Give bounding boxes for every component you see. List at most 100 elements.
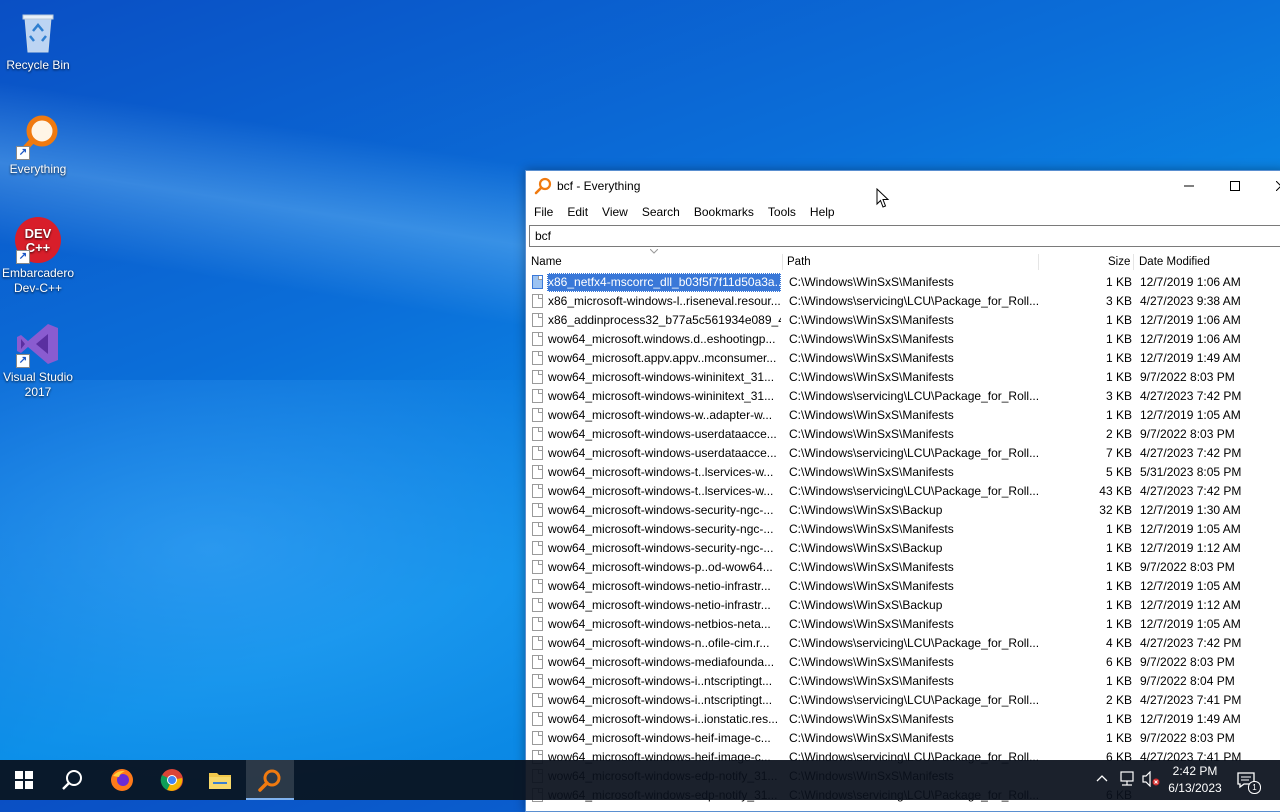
desktop-icon-visual-studio[interactable]: ↗ Visual Studio 2017 <box>0 320 76 400</box>
results-list: x86_netfx4-mscorrc_dll_b03f5f7f11d50a3a.… <box>526 273 1280 805</box>
file-icon <box>532 389 543 403</box>
desktop-icon-devcpp[interactable]: DEV C++ ↗ Embarcadero Dev-C++ <box>0 216 76 296</box>
result-row[interactable]: wow64_microsoft-windows-security-ngc-...… <box>526 520 1280 539</box>
desktop-icon-recycle-bin[interactable]: Recycle Bin <box>0 8 76 73</box>
desktop-icon-everything[interactable]: ↗ Everything <box>0 112 76 177</box>
result-size: 5 KB <box>1105 465 1132 479</box>
file-icon <box>532 674 543 688</box>
result-name: wow64_microsoft-windows-p..od-wow64... <box>548 560 773 574</box>
result-row[interactable]: wow64_microsoft.windows.d..eshootingp...… <box>526 330 1280 349</box>
result-row[interactable]: wow64_microsoft.appv.appv..mconsumer... C… <box>526 349 1280 368</box>
result-row[interactable]: wow64_microsoft-windows-i..ntscriptingt.… <box>526 672 1280 691</box>
action-center-button[interactable]: 1 <box>1236 770 1261 794</box>
file-icon <box>532 408 543 422</box>
result-name: wow64_microsoft.windows.d..eshootingp... <box>548 332 776 346</box>
result-path: C:\Windows\WinSxS\Manifests <box>789 674 954 688</box>
result-row[interactable]: wow64_microsoft-windows-security-ngc-...… <box>526 501 1280 520</box>
file-icon <box>532 313 543 327</box>
taskbar-firefox[interactable] <box>98 760 146 800</box>
result-size: 1 KB <box>1105 598 1132 612</box>
result-name: wow64_microsoft-windows-netio-infrastr..… <box>548 579 771 593</box>
column-header-name[interactable]: Name <box>531 251 562 273</box>
devcpp-logo-icon: DEV C++ ↗ <box>14 216 62 264</box>
result-name: wow64_microsoft-windows-netio-infrastr..… <box>548 598 771 612</box>
menu-help[interactable]: Help <box>803 205 842 219</box>
taskbar-everything[interactable] <box>246 760 294 800</box>
column-header-size[interactable]: Size <box>1108 251 1130 273</box>
result-size: 1 KB <box>1105 560 1132 574</box>
maximize-button[interactable] <box>1212 171 1258 201</box>
menu-search[interactable]: Search <box>635 205 687 219</box>
menu-bookmarks[interactable]: Bookmarks <box>687 205 761 219</box>
result-row[interactable]: wow64_microsoft-windows-userdataacce... C… <box>526 425 1280 444</box>
search-input[interactable]: bcf <box>529 225 1280 247</box>
taskbar-file-explorer[interactable] <box>196 760 244 800</box>
result-row[interactable]: x86_addinprocess32_b77a5c561934e089_4...… <box>526 311 1280 330</box>
result-row[interactable]: x86_microsoft-windows-l..riseneval.resou… <box>526 292 1280 311</box>
notification-count-badge: 1 <box>1248 781 1261 794</box>
menu-bar: File Edit View Search Bookmarks Tools He… <box>526 201 1280 223</box>
result-size: 1 KB <box>1105 522 1132 536</box>
menu-view[interactable]: View <box>595 205 635 219</box>
file-icon <box>532 294 543 308</box>
result-row[interactable]: wow64_microsoft-windows-p..od-wow64... C:… <box>526 558 1280 577</box>
folder-icon <box>209 773 231 789</box>
everything-window: bcf - Everything File Edit View Search B… <box>525 170 1280 812</box>
taskbar-clock[interactable]: 2:42 PM 6/13/2023 <box>1160 763 1230 797</box>
search-icon <box>62 770 82 790</box>
result-size: 1 KB <box>1105 275 1132 289</box>
result-date-modified: 4/27/2023 7:42 PM <box>1140 446 1242 460</box>
network-icon[interactable] <box>1118 771 1136 787</box>
result-row[interactable]: wow64_microsoft-windows-heif-image-c... C… <box>526 729 1280 748</box>
recycle-bin-icon <box>14 8 62 56</box>
result-date-modified: 12/7/2019 1:49 AM <box>1140 351 1241 365</box>
minimize-button[interactable] <box>1166 171 1212 201</box>
result-path: C:\Windows\servicing\LCU\Package_for_Rol… <box>789 446 1039 460</box>
volume-muted-icon[interactable] <box>1142 771 1160 787</box>
result-row[interactable]: wow64_microsoft-windows-netbios-neta... C… <box>526 615 1280 634</box>
column-header-path[interactable]: Path <box>787 251 811 273</box>
taskbar-search-button[interactable] <box>48 760 96 800</box>
start-button[interactable] <box>0 760 48 800</box>
result-row[interactable]: wow64_microsoft-windows-netio-infrastr..… <box>526 577 1280 596</box>
result-size: 3 KB <box>1105 294 1132 308</box>
show-hidden-icons-chevron-icon[interactable] <box>1096 774 1108 782</box>
result-row[interactable]: wow64_microsoft-windows-wininitext_31...… <box>526 387 1280 406</box>
title-bar[interactable]: bcf - Everything <box>526 171 1280 201</box>
result-size: 1 KB <box>1105 332 1132 346</box>
result-path: C:\Windows\WinSxS\Manifests <box>789 332 954 346</box>
close-button[interactable] <box>1258 171 1280 201</box>
result-path: C:\Windows\WinSxS\Manifests <box>789 275 954 289</box>
menu-file[interactable]: File <box>527 205 560 219</box>
result-size: 1 KB <box>1105 674 1132 688</box>
taskbar-chrome[interactable] <box>148 760 196 800</box>
file-icon <box>532 598 543 612</box>
result-row[interactable]: wow64_microsoft-windows-netio-infrastr..… <box>526 596 1280 615</box>
result-row[interactable]: wow64_microsoft-windows-mediafounda... C:… <box>526 653 1280 672</box>
result-date-modified: 5/31/2023 8:05 PM <box>1140 465 1242 479</box>
result-date-modified: 9/7/2022 8:03 PM <box>1140 655 1235 669</box>
result-row[interactable]: wow64_microsoft-windows-userdataacce... C… <box>526 444 1280 463</box>
result-row[interactable]: wow64_microsoft-windows-w..adapter-w... C… <box>526 406 1280 425</box>
menu-edit[interactable]: Edit <box>560 205 595 219</box>
file-icon <box>532 712 543 726</box>
result-row[interactable]: wow64_microsoft-windows-t..lservices-w..… <box>526 482 1280 501</box>
result-row[interactable]: wow64_microsoft-windows-security-ngc-...… <box>526 539 1280 558</box>
file-icon <box>532 579 543 593</box>
everything-magnifier-icon <box>258 769 281 792</box>
result-path: C:\Windows\WinSxS\Manifests <box>789 617 954 631</box>
file-icon <box>532 693 543 707</box>
result-row[interactable]: wow64_microsoft-windows-wininitext_31...… <box>526 368 1280 387</box>
result-row[interactable]: wow64_microsoft-windows-i..ionstatic.res… <box>526 710 1280 729</box>
result-row[interactable]: wow64_microsoft-windows-t..lservices-w..… <box>526 463 1280 482</box>
firefox-icon <box>111 769 133 791</box>
result-date-modified: 4/27/2023 7:42 PM <box>1140 389 1242 403</box>
result-path: C:\Windows\servicing\LCU\Package_for_Rol… <box>789 389 1039 403</box>
result-date-modified: 9/7/2022 8:03 PM <box>1140 731 1235 745</box>
result-row[interactable]: x86_netfx4-mscorrc_dll_b03f5f7f11d50a3a.… <box>526 273 1280 292</box>
result-row[interactable]: wow64_microsoft-windows-i..ntscriptingt.… <box>526 691 1280 710</box>
menu-tools[interactable]: Tools <box>761 205 803 219</box>
column-header-date-modified[interactable]: Date Modified <box>1139 251 1210 273</box>
result-size: 6 KB <box>1105 655 1132 669</box>
result-row[interactable]: wow64_microsoft-windows-n..ofile-cim.r..… <box>526 634 1280 653</box>
